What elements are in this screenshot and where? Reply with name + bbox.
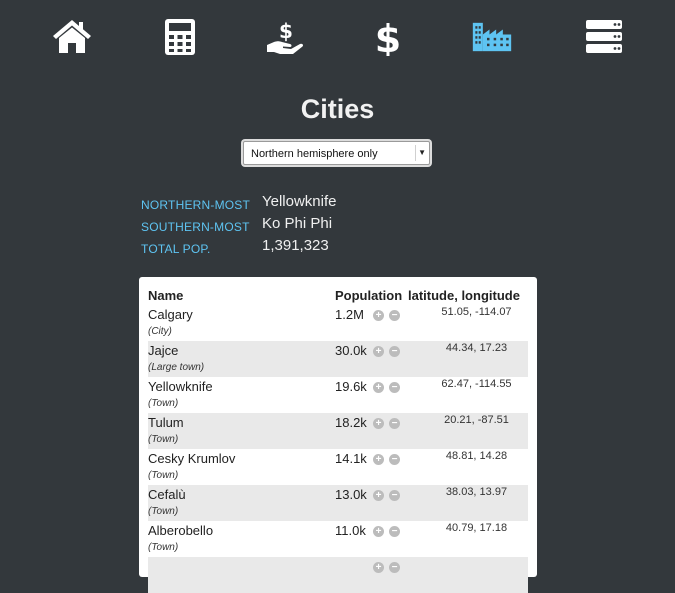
dollar-icon: $ <box>375 18 401 56</box>
nav-calculator[interactable] <box>156 16 204 58</box>
column-header-coords[interactable]: latitude, longitude <box>408 288 520 303</box>
city-population: 14.1k <box>335 451 367 466</box>
city-name: Calgary <box>148 307 193 322</box>
city-coordinates: 62.47, -114.55 <box>441 378 512 390</box>
city-name: Cesky Krumlov <box>148 451 236 466</box>
table-row: + − <box>148 557 528 593</box>
stat-label: TOTAL POP. <box>141 242 211 256</box>
city-type: (Town) <box>148 506 179 517</box>
city-coordinates: 40.79, 17.18 <box>445 522 508 534</box>
city-population: 30.0k <box>335 343 367 358</box>
table-row: Tulum (Town) 18.2k + − 20.21, -87.51 <box>148 413 528 449</box>
column-header-population[interactable]: Population <box>335 288 402 303</box>
city-icon <box>472 22 512 52</box>
minus-circle-icon[interactable]: − <box>389 490 400 501</box>
table-row: Calgary (City) 1.2M + − 51.05, -114.07 <box>148 305 528 341</box>
city-type: (Town) <box>148 542 179 553</box>
select-divider <box>415 145 416 161</box>
city-type: (Town) <box>148 434 179 445</box>
plus-circle-icon[interactable]: + <box>373 310 384 321</box>
city-coordinates: 48.81, 14.28 <box>445 450 508 462</box>
minus-circle-icon[interactable]: − <box>389 310 400 321</box>
city-coordinates: 38.03, 13.97 <box>445 486 508 498</box>
city-coordinates: 44.34, 17.23 <box>445 342 508 354</box>
plus-circle-icon[interactable]: + <box>373 526 384 537</box>
table-row: Alberobello (Town) 11.0k + − 40.79, 17.1… <box>148 521 528 557</box>
nav-home[interactable] <box>48 16 96 58</box>
server-icon <box>586 20 622 53</box>
svg-text:$: $ <box>279 19 293 43</box>
city-population: 11.0k <box>335 523 366 538</box>
hand-dollar-icon: $ <box>267 19 304 54</box>
minus-circle-icon[interactable]: − <box>389 346 400 357</box>
city-coordinates: 51.05, -114.07 <box>441 306 512 318</box>
column-header-name[interactable]: Name <box>148 288 183 303</box>
city-population: 13.0k <box>335 487 367 502</box>
city-name: Tulum <box>148 415 184 430</box>
select-value: Northern hemisphere only <box>251 148 378 160</box>
minus-circle-icon[interactable]: − <box>389 526 400 537</box>
plus-circle-icon[interactable]: + <box>373 346 384 357</box>
stat-value: 1,391,323 <box>262 237 329 254</box>
minus-circle-icon[interactable]: − <box>389 562 400 573</box>
city-name: Yellowknife <box>148 379 213 394</box>
city-name: Alberobello <box>148 523 214 538</box>
city-type: (Town) <box>148 398 179 409</box>
city-population: 1.2M <box>335 307 364 322</box>
city-type: (City) <box>148 326 172 337</box>
city-coordinates: 20.21, -87.51 <box>444 414 509 426</box>
plus-circle-icon[interactable]: + <box>373 382 384 393</box>
plus-circle-icon[interactable]: + <box>373 490 384 501</box>
chevron-down-icon: ▼ <box>418 148 426 157</box>
stat-value: Yellowknife <box>262 193 337 210</box>
svg-text:$: $ <box>375 18 401 56</box>
city-name: Jajce <box>148 343 179 358</box>
city-name: Cefalù <box>148 487 186 502</box>
table-row: Cesky Krumlov (Town) 14.1k + − 48.81, 14… <box>148 449 528 485</box>
plus-circle-icon[interactable]: + <box>373 562 384 573</box>
nav-dollar[interactable]: $ <box>364 16 412 58</box>
minus-circle-icon[interactable]: − <box>389 454 400 465</box>
page-title: Cities <box>300 94 375 124</box>
plus-circle-icon[interactable]: + <box>373 418 384 429</box>
city-type: (Large town) <box>148 362 205 373</box>
minus-circle-icon[interactable]: − <box>389 418 400 429</box>
nav-servers[interactable] <box>580 16 628 58</box>
table-row: Cefalù (Town) 13.0k + − 38.03, 13.97 <box>148 485 528 521</box>
hemisphere-filter-select[interactable]: Northern hemisphere only ▼ <box>243 141 430 165</box>
table-row: Yellowknife (Town) 19.6k + − 62.47, -114… <box>148 377 528 413</box>
stat-label: SOUTHERN-MOST <box>141 220 250 234</box>
calculator-icon <box>165 19 195 55</box>
cities-table: Name Population latitude, longitude Calg… <box>139 277 537 593</box>
plus-circle-icon[interactable]: + <box>373 454 384 465</box>
stat-label: NORTHERN-MOST <box>141 198 251 212</box>
nav-cities[interactable] <box>468 16 516 58</box>
table-body: Calgary (City) 1.2M + − 51.05, -114.07 J… <box>148 305 528 593</box>
stat-value: Ko Phi Phi <box>262 215 333 232</box>
top-nav: $ $ <box>0 0 675 70</box>
nav-income[interactable]: $ <box>262 16 310 58</box>
city-population: 18.2k <box>335 415 367 430</box>
city-population: 19.6k <box>335 379 367 394</box>
city-type: (Town) <box>148 470 179 481</box>
table-row: Jajce (Large town) 30.0k + − 44.34, 17.2… <box>148 341 528 377</box>
minus-circle-icon[interactable]: − <box>389 382 400 393</box>
home-icon <box>53 20 91 53</box>
